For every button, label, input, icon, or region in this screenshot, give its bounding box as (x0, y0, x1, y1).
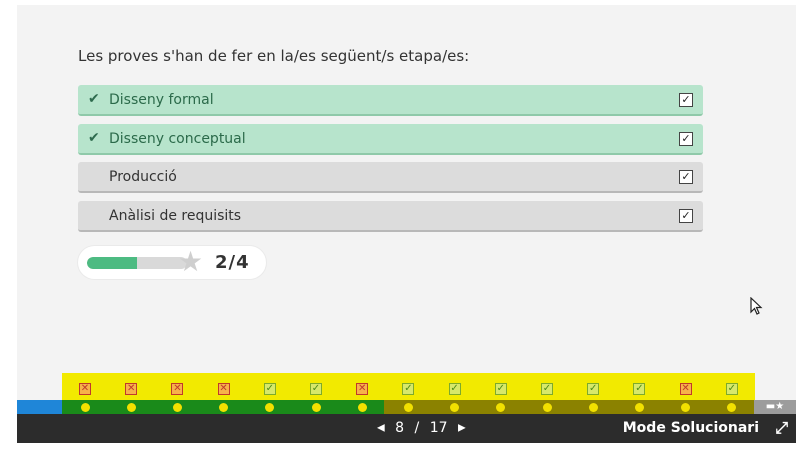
question-text: Les proves s'han de fer en la/es següent… (78, 47, 470, 65)
checkmark-icon: ✔ (88, 91, 100, 107)
question-marker-wrong[interactable]: ✕ (217, 383, 230, 395)
question-marker-correct[interactable]: ✓ (541, 383, 553, 395)
progress-dot[interactable] (588, 403, 598, 412)
star-end-icon: ▬★ (754, 400, 796, 414)
page-separator: / (414, 420, 420, 436)
checkbox[interactable]: ✓ (679, 209, 693, 223)
progress-start (17, 400, 62, 414)
mouse-cursor-icon (750, 296, 764, 321)
checkbox[interactable]: ✓ (679, 93, 693, 107)
question-markers: ✕ ✕ ✕ ✕ ✓ ✓ ✕ ✓ ✓ ✓ ✓ ✓ ✓ ✕ ✓ (62, 373, 755, 400)
score-progress-fill (87, 257, 137, 269)
score-text: 2/4 (215, 252, 250, 273)
progress-dot[interactable] (496, 403, 506, 412)
question-marker-correct[interactable]: ✓ (402, 383, 415, 395)
progress-dot[interactable] (634, 403, 644, 412)
prev-page-button[interactable]: ◀ (377, 423, 385, 434)
question-marker-wrong[interactable]: ✕ (125, 383, 138, 395)
option-disseny-conceptual[interactable]: ✔ Disseny conceptual ✓ (78, 124, 703, 155)
next-page-button[interactable]: ▶ (458, 423, 466, 434)
progress-dot[interactable] (727, 403, 737, 412)
progress-dot[interactable] (311, 403, 321, 412)
option-label: Disseny conceptual (109, 131, 246, 147)
question-marker-correct[interactable]: ✓ (494, 383, 507, 395)
progress-dot[interactable] (172, 403, 182, 412)
option-label: Producció (109, 169, 177, 185)
progress-dot[interactable] (681, 403, 691, 412)
expand-icon[interactable]: ⤢ (775, 418, 788, 438)
page-total: 17 (429, 420, 448, 436)
progress-dot[interactable] (80, 403, 90, 412)
score-progress-bar (87, 257, 187, 269)
question-marker-wrong[interactable]: ✕ (679, 383, 692, 395)
question-marker-correct[interactable]: ✓ (633, 383, 646, 395)
question-marker-correct[interactable]: ✓ (587, 383, 600, 395)
option-disseny-formal[interactable]: ✔ Disseny formal ✓ (78, 85, 703, 116)
checkmark-icon: ✔ (88, 130, 100, 146)
page-current: 8 (395, 420, 405, 436)
question-marker-wrong[interactable]: ✕ (171, 383, 184, 395)
progress-dot[interactable] (126, 403, 136, 412)
progress-dot[interactable] (357, 403, 367, 412)
question-marker-wrong[interactable]: ✕ (79, 383, 91, 395)
score-indicator: ★ 2/4 (78, 246, 266, 279)
bottom-toolbar: ◀ 8 / 17 ▶ Mode Solucionari ⤢ (17, 414, 796, 443)
question-marker-correct[interactable]: ✓ (310, 383, 322, 395)
page-navigation: ◀ 8 / 17 ▶ (377, 420, 466, 436)
mode-label[interactable]: Mode Solucionari (623, 420, 759, 436)
option-label: Anàlisi de requisits (109, 208, 242, 224)
checkbox[interactable]: ✓ (679, 132, 693, 146)
option-label: Disseny formal (109, 92, 214, 108)
progress-dot[interactable] (450, 403, 460, 412)
question-marker-correct[interactable]: ✓ (725, 383, 738, 395)
progress-bar: ▬★ (17, 400, 796, 414)
option-produccio[interactable]: Producció ✓ (78, 162, 703, 193)
question-marker-correct[interactable]: ✓ (448, 383, 461, 395)
question-marker-correct[interactable]: ✓ (263, 383, 276, 395)
question-marker-wrong[interactable]: ✕ (356, 383, 369, 395)
progress-dot[interactable] (542, 403, 552, 412)
option-analisi-requisits[interactable]: Anàlisi de requisits ✓ (78, 201, 703, 232)
progress-dot[interactable] (403, 403, 413, 412)
star-icon: ★ (178, 245, 204, 278)
checkbox[interactable]: ✓ (679, 170, 693, 184)
